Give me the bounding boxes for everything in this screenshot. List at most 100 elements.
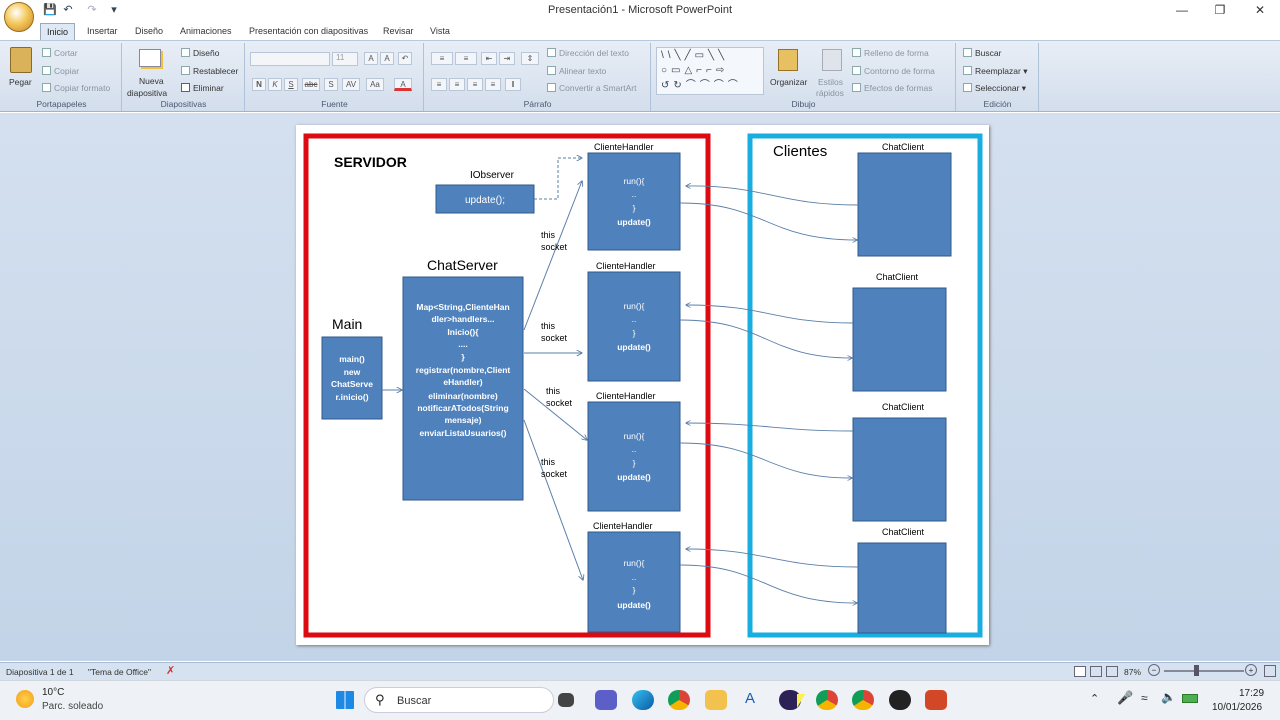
nueva-label-2[interactable]: diapositiva	[127, 88, 167, 98]
wifi-icon[interactable]: ≈	[1141, 691, 1148, 705]
shapes-gallery[interactable]: \\╲╱▭╲╲ ○▭△⌐⌐⇨ ↺↻⌒⌒⌒⌒	[656, 47, 764, 95]
search-box[interactable]: ⚲ Buscar	[364, 687, 554, 713]
spacing-button[interactable]: AV	[342, 78, 360, 91]
windows-start-icon[interactable]	[336, 691, 354, 709]
contorno-button[interactable]: Contorno de forma	[852, 66, 935, 76]
numbering-button[interactable]: ≡	[455, 52, 477, 65]
quick-styles-icon[interactable]	[822, 49, 842, 71]
slideshow-view-icon[interactable]	[1106, 666, 1118, 677]
justify-button[interactable]: ≡	[485, 78, 501, 91]
tab-inicio[interactable]: Inicio	[40, 23, 76, 40]
reemplazar-button[interactable]: Reemplazar ▾	[963, 66, 1027, 77]
zoom-out-button[interactable]: −	[1148, 664, 1160, 676]
bullets-button[interactable]: ≡	[431, 52, 453, 65]
minimize-button[interactable]: —	[1162, 0, 1202, 20]
paste-icon[interactable]	[10, 47, 32, 73]
zoom-in-button[interactable]: +	[1245, 664, 1257, 676]
copiar-formato-button[interactable]: Copiar formato	[42, 83, 110, 93]
chrome-profile-icon-2[interactable]	[852, 690, 874, 710]
chrome-profile-icon[interactable]	[816, 690, 838, 710]
weather-icon[interactable]	[16, 690, 34, 708]
normal-view-icon[interactable]	[1074, 666, 1086, 677]
chevron-up-icon[interactable]: ⌃	[1090, 692, 1099, 705]
tab-diseno[interactable]: Diseño	[135, 23, 163, 40]
tab-animaciones[interactable]: Animaciones	[180, 23, 232, 40]
estilos-label-2[interactable]: rápidos	[816, 88, 844, 98]
bold-button[interactable]: N	[252, 78, 266, 91]
decrease-indent-button[interactable]: ⇤	[481, 52, 497, 65]
new-slide-icon[interactable]	[139, 49, 161, 67]
font-color-button[interactable]: A	[394, 78, 412, 91]
columns-button[interactable]: ‖	[505, 78, 521, 91]
task-view-icon[interactable]	[558, 693, 574, 707]
diseno-button[interactable]: Diseño	[181, 48, 219, 58]
clear-format-button[interactable]: ↶	[398, 52, 412, 65]
underline-button[interactable]: S	[284, 78, 298, 91]
align-left-button[interactable]: ≡	[431, 78, 447, 91]
github-icon[interactable]	[889, 690, 911, 710]
slide-canvas[interactable]: SERVIDOR Clientes IObserver update(); Ch…	[296, 125, 989, 645]
cortar-button[interactable]: Cortar	[42, 48, 78, 58]
clock-date[interactable]: 10/01/2026	[1212, 702, 1262, 713]
socket-label: socket	[546, 398, 573, 408]
binoculars-icon	[963, 48, 972, 57]
nueva-label-1[interactable]: Nueva	[139, 76, 164, 86]
microphone-icon[interactable]: 🎤	[1117, 690, 1133, 706]
teams-icon[interactable]	[595, 690, 617, 710]
clock-time[interactable]: 17:29	[1239, 688, 1264, 699]
title-bar: 💾 ↶ ↷ ▾ Presentación1 - Microsoft PowerP…	[0, 0, 1280, 32]
alinear-texto-button[interactable]: Alinear texto	[547, 66, 606, 76]
tab-presentacion[interactable]: Presentación con diapositivas	[249, 23, 368, 40]
zoom-level[interactable]: 87%	[1124, 667, 1141, 677]
strikethrough-button[interactable]: abc	[302, 78, 320, 91]
restablecer-button[interactable]: Restablecer	[181, 66, 238, 76]
organizar-button[interactable]: Organizar	[770, 77, 807, 87]
smartart-button[interactable]: Convertir a SmartArt	[547, 83, 636, 93]
spellcheck-icon[interactable]: ✗	[166, 664, 175, 677]
powerpoint-icon[interactable]	[925, 690, 947, 710]
chrome-icon[interactable]	[668, 690, 690, 710]
file-explorer-icon[interactable]	[705, 690, 727, 710]
shadow-button[interactable]: S	[324, 78, 338, 91]
sorter-view-icon[interactable]	[1090, 666, 1102, 677]
align-center-button[interactable]: ≡	[449, 78, 465, 91]
theme-name[interactable]: "Tema de Office"	[88, 667, 151, 677]
fit-slide-icon[interactable]	[1264, 665, 1276, 677]
copiar-button[interactable]: Copiar	[42, 66, 79, 76]
maximize-button[interactable]: ❐	[1200, 0, 1240, 20]
buscar-button[interactable]: Buscar	[963, 48, 1001, 58]
tab-revisar[interactable]: Revisar	[383, 23, 414, 40]
tab-vista[interactable]: Vista	[430, 23, 450, 40]
organizar-icon[interactable]	[778, 49, 798, 71]
line-spacing-button[interactable]: ⇕	[521, 52, 539, 65]
handler-line: update()	[617, 472, 651, 482]
eliminar-button[interactable]: Eliminar	[181, 83, 224, 93]
search-icon: ⚲	[375, 692, 385, 707]
pegar-button[interactable]: Pegar	[9, 77, 32, 87]
volume-icon[interactable]: 🔈	[1161, 690, 1176, 704]
increase-indent-button[interactable]: ⇥	[499, 52, 515, 65]
relleno-button[interactable]: Relleno de forma	[852, 48, 929, 58]
font-size-field[interactable]: 11	[332, 52, 358, 66]
zoom-slider-thumb[interactable]	[1194, 665, 1199, 676]
font-name-field[interactable]	[250, 52, 330, 66]
grow-font-button[interactable]: A	[364, 52, 378, 65]
efectos-button[interactable]: Efectos de formas	[852, 83, 933, 93]
handler-line: run(){	[624, 431, 645, 441]
estilos-label-1[interactable]: Estilos	[818, 77, 843, 87]
case-button[interactable]: Aa	[366, 78, 384, 91]
office-button[interactable]	[4, 2, 34, 32]
handler-line: }	[633, 203, 636, 213]
direccion-texto-button[interactable]: Dirección del texto	[547, 48, 629, 58]
translator-icon[interactable]: A	[745, 690, 755, 707]
text-direction-icon	[547, 48, 556, 57]
edge-icon[interactable]	[632, 690, 654, 710]
zoom-slider[interactable]	[1164, 670, 1244, 672]
italic-button[interactable]: K	[268, 78, 282, 91]
close-button[interactable]: ✕	[1240, 0, 1280, 20]
align-right-button[interactable]: ≡	[467, 78, 483, 91]
battery-icon[interactable]	[1182, 694, 1198, 703]
tab-insertar[interactable]: Insertar	[87, 23, 118, 40]
shrink-font-button[interactable]: A	[380, 52, 394, 65]
seleccionar-button[interactable]: Seleccionar ▾	[963, 83, 1026, 94]
